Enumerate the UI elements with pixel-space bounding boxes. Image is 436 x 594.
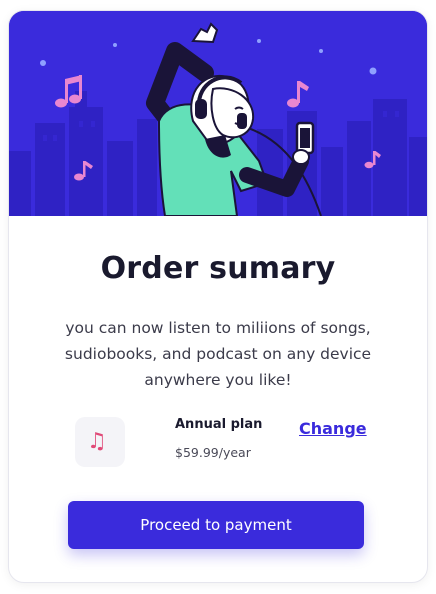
plan-name: Annual plan bbox=[175, 417, 263, 432]
plan-summary: ♫ Annual plan $59.99/year Change bbox=[9, 413, 427, 473]
music-note-icon: ♫ bbox=[87, 429, 107, 454]
plan-price: $59.99/year bbox=[175, 445, 251, 460]
order-summary-card: Order sumary you can now listen to milii… bbox=[8, 10, 428, 583]
hero-illustration bbox=[9, 11, 427, 216]
change-plan-link[interactable]: Change bbox=[299, 419, 367, 438]
page-title: Order sumary bbox=[100, 251, 336, 286]
order-description: you can now listen to miliions of songs,… bbox=[64, 319, 372, 389]
plan-icon-tile: ♫ bbox=[75, 417, 125, 467]
proceed-to-payment-button[interactable]: Proceed to payment bbox=[68, 501, 364, 549]
